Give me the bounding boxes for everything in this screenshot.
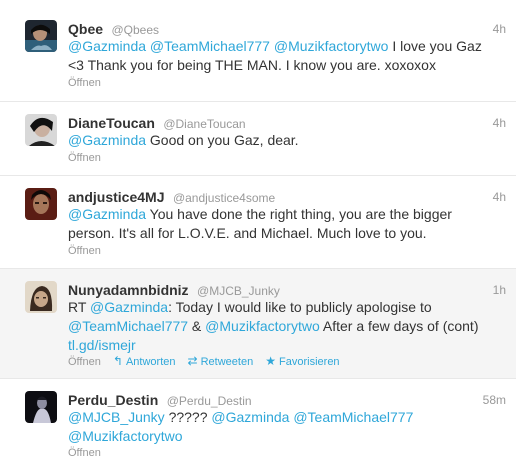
mention-link[interactable]: @Muzikfactorytwo <box>205 318 320 334</box>
tweet-time[interactable]: 4h <box>493 190 506 204</box>
avatar[interactable] <box>25 281 57 313</box>
tweet-text-segment: & <box>188 318 206 334</box>
mention-link[interactable]: @TeamMichael777 <box>293 409 413 425</box>
retweet-action[interactable]: ⇄ Retweeten <box>187 354 254 368</box>
mention-link[interactable]: @Gazminda <box>68 132 146 148</box>
tweet-text-segment: Good on you Gaz, dear. <box>146 132 299 148</box>
tweet-text: @Gazminda You have done the right thing,… <box>68 205 498 243</box>
mention-link[interactable]: @Gazminda <box>68 206 146 222</box>
tweet-time[interactable]: 1h <box>493 283 506 297</box>
reply-label: Antworten <box>125 356 176 368</box>
tweet-username[interactable]: @DianeToucan <box>163 117 245 131</box>
tweet-item[interactable]: DianeToucan @DianeToucan 4h @Gazminda Go… <box>0 102 516 176</box>
tweet-time[interactable]: 58m <box>483 393 506 407</box>
mention-link[interactable]: @Gazminda <box>68 38 146 54</box>
avatar[interactable] <box>25 391 57 423</box>
tweet-fullname[interactable]: andjustice4MJ <box>68 189 164 205</box>
mention-link[interactable]: @TeamMichael777 <box>68 318 188 334</box>
tweet-text-segment: RT <box>68 299 91 315</box>
open-tweet-link[interactable]: Öffnen <box>68 245 101 257</box>
tweet-stream: Qbee @Qbees 4h @Gazminda @TeamMichael777… <box>0 0 516 471</box>
retweet-label: Retweeten <box>200 356 254 368</box>
avatar[interactable] <box>25 114 57 146</box>
open-tweet-link[interactable]: Öffnen <box>68 356 101 368</box>
avatar[interactable] <box>25 20 57 52</box>
mention-link[interactable]: @MJCB_Junky <box>68 409 165 425</box>
open-tweet-link[interactable]: Öffnen <box>68 77 101 89</box>
tweet-fullname[interactable]: Perdu_Destin <box>68 392 158 408</box>
mention-link[interactable]: @TeamMichael777 <box>150 38 270 54</box>
reply-icon: ↰ <box>112 354 123 368</box>
tweet-fullname[interactable]: DianeToucan <box>68 115 155 131</box>
favorite-action[interactable]: ★ Favorisieren <box>265 354 340 368</box>
mention-link[interactable]: @Muzikfactorytwo <box>68 428 183 444</box>
tweet-time[interactable]: 4h <box>493 22 506 36</box>
reply-action[interactable]: ↰ Antworten <box>112 354 176 368</box>
tweet-text-segment: ????? <box>164 409 212 425</box>
tweet-item[interactable]: andjustice4MJ @andjustice4some 4h @Gazmi… <box>0 176 516 269</box>
favorite-label: Favorisieren <box>279 356 340 368</box>
retweet-icon: ⇄ <box>187 354 198 368</box>
mention-link[interactable]: @Gazminda <box>211 409 289 425</box>
tweet-text: @Gazminda @TeamMichael777 @Muzikfactoryt… <box>68 37 498 75</box>
open-tweet-link[interactable]: Öffnen <box>68 152 101 164</box>
mention-link[interactable]: @Gazminda <box>90 299 168 315</box>
avatar[interactable] <box>25 188 57 220</box>
tweet-username[interactable]: @Qbees <box>111 23 159 37</box>
star-icon: ★ <box>265 354 277 368</box>
open-tweet-link[interactable]: Öffnen <box>68 447 101 459</box>
tweet-username[interactable]: @MJCB_Junky <box>197 284 280 298</box>
tweet-time[interactable]: 4h <box>493 116 506 130</box>
url-link[interactable]: tl.gd/ismejr <box>68 337 136 353</box>
tweet-item[interactable]: Qbee @Qbees 4h @Gazminda @TeamMichael777… <box>0 0 516 102</box>
tweet-fullname[interactable]: Nunyadamnbidniz <box>68 282 189 298</box>
tweet-item[interactable]: Perdu_Destin @Perdu_Destin 58m @MJCB_Jun… <box>0 379 516 471</box>
tweet-item[interactable]: Nunyadamnbidniz @MJCB_Junky 1h RT @Gazmi… <box>0 269 516 379</box>
tweet-username[interactable]: @andjustice4some <box>173 191 275 205</box>
tweet-username[interactable]: @Perdu_Destin <box>167 394 252 408</box>
tweet-fullname[interactable]: Qbee <box>68 21 103 37</box>
tweet-text: @MJCB_Junky ????? @Gazminda @TeamMichael… <box>68 408 498 446</box>
tweet-text-segment: After a few days of (cont) <box>319 318 479 334</box>
tweet-text-segment: : Today I would like to publicly apologi… <box>168 299 432 315</box>
tweet-text: RT @Gazminda: Today I would like to publ… <box>68 298 498 355</box>
tweet-text: @Gazminda Good on you Gaz, dear. <box>68 131 498 150</box>
mention-link[interactable]: @Muzikfactorytwo <box>274 38 389 54</box>
